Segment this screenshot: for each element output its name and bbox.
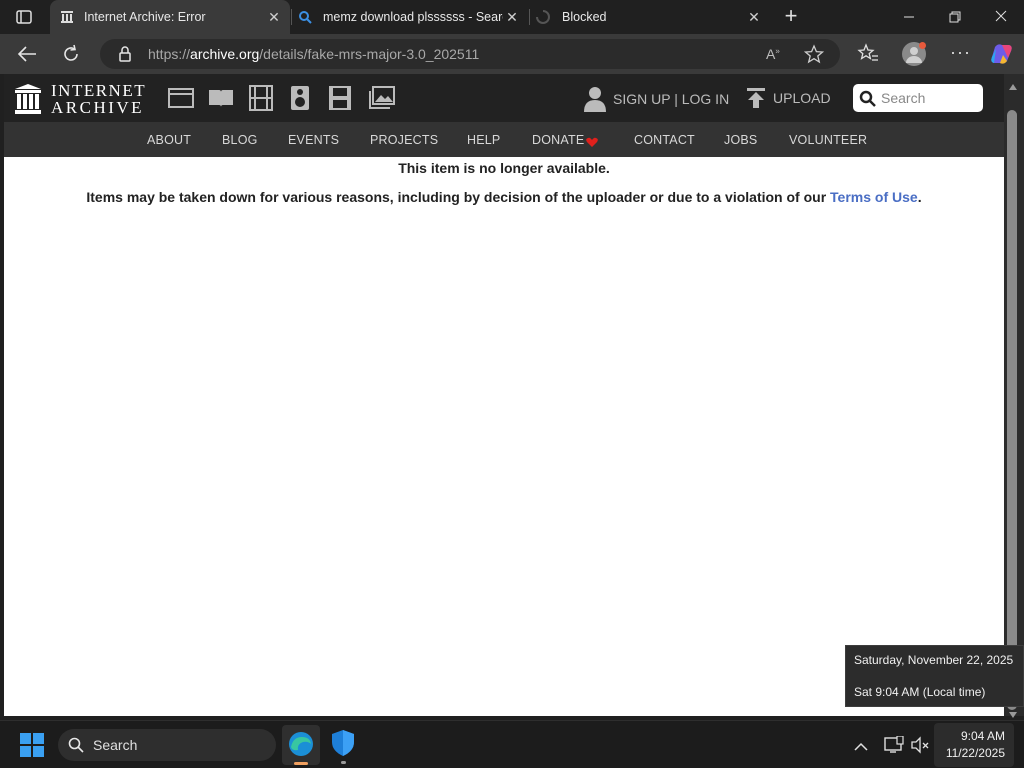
windows-start-icon[interactable] — [20, 733, 44, 762]
url-path: /details/fake-mrs-major-3.0_202511 — [259, 46, 480, 62]
url-prefix: https:// — [148, 46, 191, 62]
search-favicon-icon — [298, 10, 312, 27]
close-tab-icon[interactable]: ✕ — [504, 9, 520, 25]
heart-icon — [586, 135, 598, 153]
tab-internet-archive[interactable]: Internet Archive: Error ✕ — [50, 0, 290, 34]
refresh-icon[interactable] — [60, 43, 82, 70]
sign-up-log-in-link[interactable]: SIGN UP | LOG IN — [613, 91, 729, 107]
menu-projects[interactable]: PROJECTS — [370, 133, 438, 147]
taskbar: Search 9:04 AM 11/22/2025 — [0, 720, 1024, 768]
favorite-star-icon[interactable] — [803, 44, 825, 69]
tab-title: memz download plssssss - Search — [323, 10, 503, 24]
network-display-icon[interactable] — [884, 735, 904, 759]
more-options-icon[interactable]: ··· — [950, 42, 971, 63]
taskbar-clock[interactable]: 9:04 AM 11/22/2025 — [934, 723, 1014, 767]
taskbar-search-label: Search — [93, 737, 138, 753]
clock-tooltip: Saturday, November 22, 2025 Sat 9:04 AM … — [845, 645, 1024, 707]
menu-about[interactable]: ABOUT — [147, 133, 191, 147]
clock-date: 11/22/2025 — [945, 746, 1005, 760]
edge-taskbar-button[interactable] — [282, 725, 320, 765]
menu-contact[interactable]: CONTACT — [634, 133, 695, 147]
user-icon[interactable] — [584, 86, 606, 117]
clock-time: 9:04 AM — [960, 729, 1005, 743]
scroll-up-arrow-icon[interactable] — [1008, 78, 1018, 96]
menu-events[interactable]: EVENTS — [288, 133, 339, 147]
upload-link[interactable]: UPLOAD — [773, 90, 831, 106]
web-icon[interactable] — [168, 87, 194, 114]
ia-top-menu: ABOUT BLOG EVENTS PROJECTS HELP DONATE C… — [4, 122, 1004, 157]
lock-icon[interactable] — [118, 46, 132, 67]
menu-jobs[interactable]: JOBS — [724, 133, 757, 147]
menu-donate[interactable]: DONATE — [532, 133, 584, 147]
tab-strip: Internet Archive: Error ✕ memz download … — [0, 0, 1024, 34]
tooltip-time: Sat 9:04 AM (Local time) — [854, 685, 986, 699]
close-tab-icon[interactable]: ✕ — [266, 9, 282, 25]
shield-icon — [332, 730, 354, 756]
scrollbar-thumb[interactable] — [1007, 110, 1017, 710]
video-film-icon[interactable] — [249, 85, 273, 116]
address-toolbar: https://archive.org/details/fake-mrs-maj… — [0, 34, 1024, 74]
address-bar[interactable]: https://archive.org/details/fake-mrs-maj… — [100, 39, 840, 69]
images-icon[interactable] — [369, 86, 395, 115]
software-floppy-icon[interactable] — [328, 85, 352, 116]
restore-icon[interactable] — [946, 8, 966, 26]
audio-speaker-icon[interactable] — [290, 85, 310, 116]
internet-archive-logo[interactable]: INTERNET ARCHIVE — [14, 81, 149, 117]
copilot-icon[interactable] — [989, 41, 1015, 72]
search-placeholder: Search — [881, 90, 926, 106]
minimize-icon[interactable] — [900, 8, 920, 26]
back-icon[interactable] — [16, 44, 38, 69]
site-search-input[interactable]: Search — [853, 84, 983, 112]
logo-line2: ARCHIVE — [51, 98, 145, 117]
url-domain: archive.org — [190, 46, 260, 62]
takedown-text: Items may be taken down for various reas… — [86, 189, 831, 205]
menu-help[interactable]: HELP — [467, 133, 500, 147]
tooltip-date: Saturday, November 22, 2025 — [854, 653, 1014, 667]
close-window-icon[interactable] — [992, 8, 1012, 26]
favorites-icon[interactable] — [857, 43, 879, 70]
url-text: https://archive.org/details/fake-mrs-maj… — [148, 46, 479, 62]
taskbar-search[interactable]: Search — [58, 729, 276, 761]
page-title: This item is no longer available. — [398, 160, 610, 176]
takedown-message: Items may be taken down for various reas… — [4, 189, 1004, 205]
archive-building-icon — [15, 84, 41, 114]
upload-icon[interactable] — [746, 87, 766, 114]
tab-title: Blocked — [562, 10, 607, 24]
menu-volunteer[interactable]: VOLUNTEER — [789, 133, 867, 147]
search-icon — [859, 90, 877, 113]
read-aloud-icon[interactable]: A» — [766, 46, 780, 62]
period-text: . — [917, 189, 922, 205]
volume-muted-icon[interactable] — [910, 736, 930, 759]
loading-spinner-icon — [536, 10, 550, 27]
edge-icon — [289, 732, 313, 756]
new-tab-icon[interactable]: + — [780, 5, 802, 28]
search-icon — [68, 737, 84, 758]
tab-actions-icon[interactable] — [14, 8, 34, 26]
security-shield-taskbar-button[interactable] — [330, 729, 356, 764]
tab-title: Internet Archive: Error — [84, 10, 206, 24]
profile-avatar[interactable] — [902, 42, 926, 66]
texts-book-icon[interactable] — [208, 87, 234, 114]
tab-blocked[interactable]: Blocked ✕ — [530, 0, 770, 34]
ia-header: INTERNET ARCHIVE SIGN UP | LOG IN UPLOAD… — [4, 74, 1004, 122]
close-tab-icon[interactable]: ✕ — [746, 9, 762, 25]
tab-search[interactable]: memz download plssssss - Search ✕ — [292, 0, 528, 34]
menu-blog[interactable]: BLOG — [222, 133, 258, 147]
show-hidden-icons-chevron-icon[interactable] — [854, 739, 868, 757]
internet-archive-favicon-icon — [60, 10, 74, 27]
terms-of-use-link[interactable]: Terms of Use — [830, 189, 918, 205]
page-viewport: INTERNET ARCHIVE SIGN UP | LOG IN UPLOAD… — [4, 74, 1004, 716]
